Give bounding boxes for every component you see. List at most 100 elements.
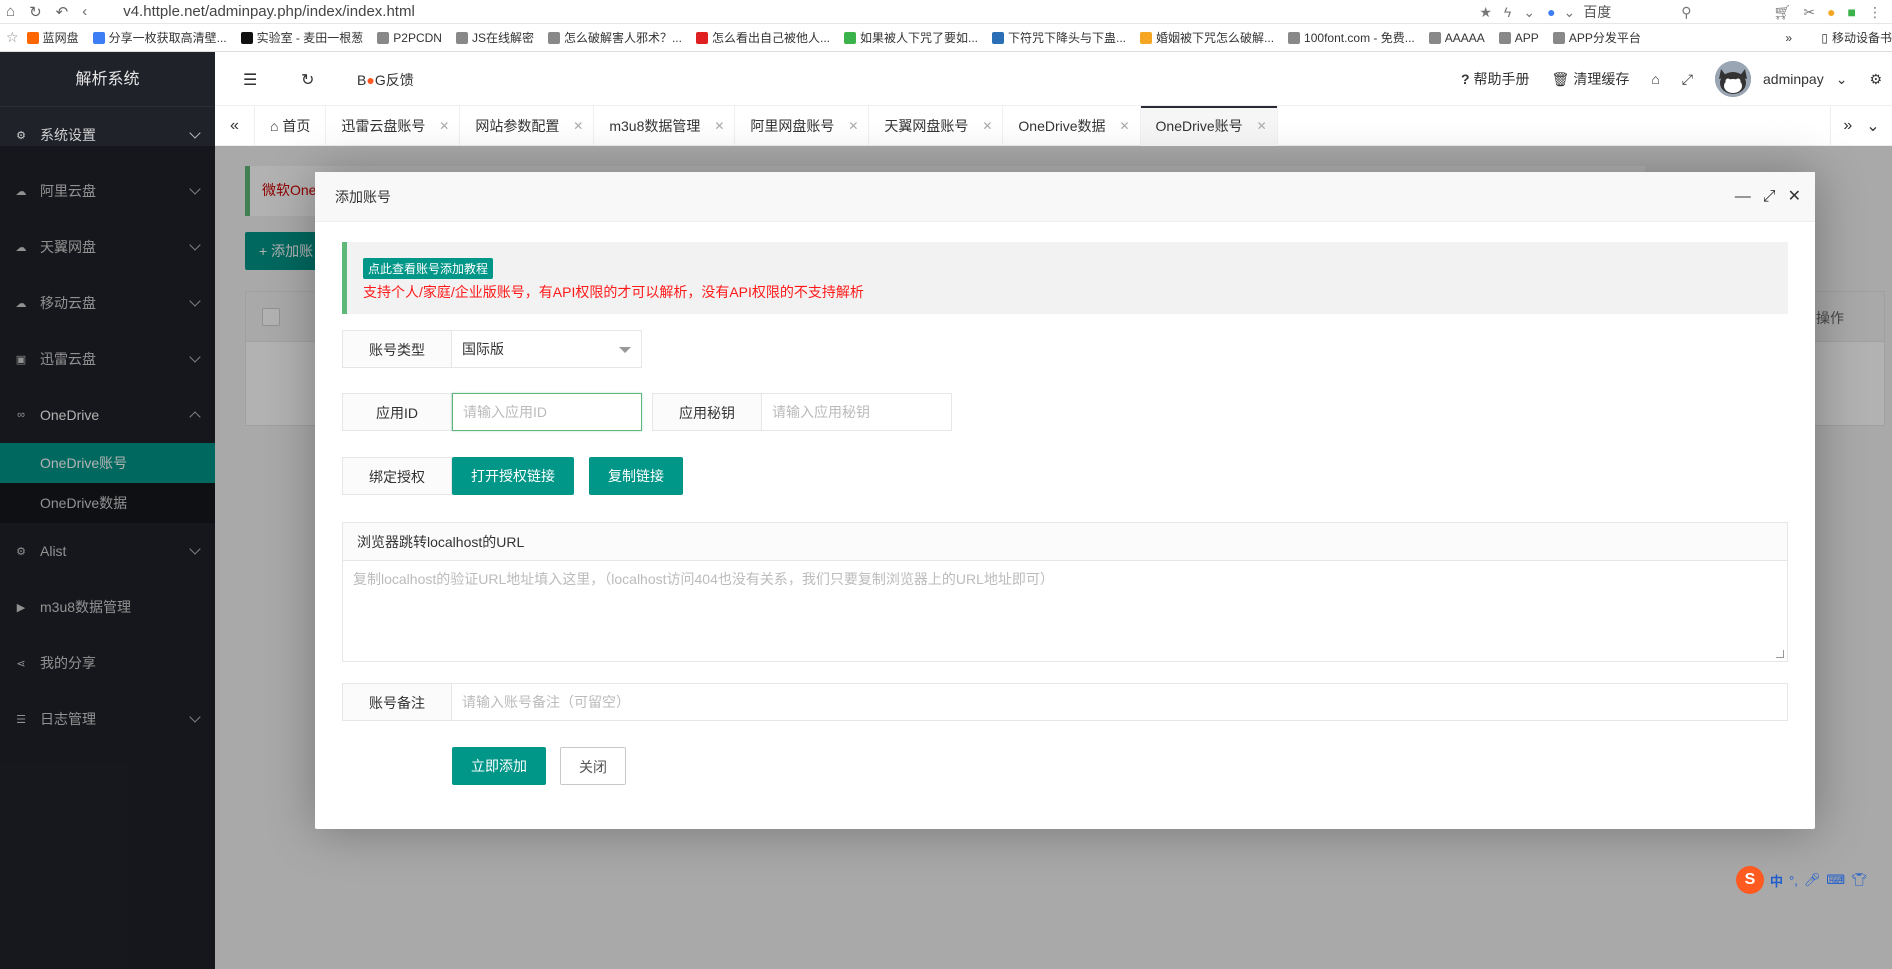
- tabs-scroll-right-icon[interactable]: » ⌄: [1830, 106, 1892, 146]
- tab-close-icon[interactable]: ✕: [848, 106, 858, 146]
- tab-close-icon[interactable]: ✕: [439, 106, 449, 146]
- tab-close-icon[interactable]: ✕: [982, 106, 992, 146]
- bookmark-label: 下符咒下降头与下蛊...: [1008, 31, 1127, 45]
- phone-icon: ▯: [1821, 30, 1828, 45]
- bookmark-label: 100font.com - 免费...: [1304, 31, 1415, 45]
- bookmark-label: 怎么破解害人邪术？...: [563, 31, 682, 45]
- bug-feedback-link[interactable]: B●G反馈: [357, 70, 414, 90]
- ime-lang[interactable]: 中: [1770, 871, 1783, 890]
- theme-icon[interactable]: ⚙: [1869, 71, 1882, 88]
- bookmark-item[interactable]: P2PCDN: [377, 29, 442, 46]
- tab[interactable]: 网站参数配置 ✕: [460, 106, 595, 146]
- close-icon[interactable]: ✕: [1788, 172, 1801, 222]
- bookmark-label: 婚姻被下咒怎么破解...: [1156, 31, 1275, 45]
- tab[interactable]: OneDrive账号 ✕: [1140, 106, 1278, 146]
- bookmark-item[interactable]: 分享一枚获取高清壁...: [92, 29, 227, 46]
- bookmark-item[interactable]: 下符咒下降头与下蛊...: [992, 29, 1126, 46]
- back-icon[interactable]: ‹: [82, 3, 87, 20]
- maximize-icon[interactable]: ⤢: [1763, 172, 1776, 222]
- tab[interactable]: m3u8数据管理 ✕: [594, 106, 736, 146]
- tip-box: 点此查看账号添加教程 支持个人/家庭/企业版账号，有API权限的才可以解析，没有…: [342, 242, 1788, 314]
- help-button[interactable]: ? 帮助手册: [1461, 69, 1530, 89]
- mobile-bookmarks[interactable]: ▯ 移动设备书: [1821, 29, 1892, 46]
- submit-button[interactable]: 立即添加: [452, 747, 546, 785]
- clear-cache-button[interactable]: 🗑︎ 清理缓存: [1552, 69, 1630, 89]
- tag-icon[interactable]: ⌂: [1651, 71, 1659, 87]
- undo-icon[interactable]: ↶: [56, 3, 69, 21]
- refresh-icon[interactable]: ↻: [301, 70, 314, 90]
- skin-icon[interactable]: 👕︎: [1851, 872, 1868, 888]
- tab[interactable]: OneDrive数据 ✕: [1003, 106, 1141, 146]
- chevron-down-icon[interactable]: ⌄: [1523, 4, 1535, 21]
- bookmark-label: 实验室 - 麦田一根葱: [256, 31, 364, 45]
- tab-close-icon[interactable]: ✕: [573, 106, 583, 146]
- bookmarks-more[interactable]: »: [1785, 31, 1792, 45]
- resize-grip-icon[interactable]: [1776, 650, 1784, 658]
- bookmark-item[interactable]: APP分发平台: [1552, 29, 1641, 46]
- menu-icon[interactable]: ⋮: [1868, 4, 1882, 21]
- tab[interactable]: 阿里网盘账号 ✕: [735, 106, 870, 146]
- bookmark-item[interactable]: AAAAA: [1428, 29, 1485, 46]
- bookmark-item[interactable]: 怎么破解害人邪术？...: [547, 29, 682, 46]
- bookmark-icon: [844, 31, 856, 44]
- remark-label: 账号备注: [342, 683, 452, 721]
- sogou-icon[interactable]: S: [1736, 866, 1764, 894]
- remark-input[interactable]: 请输入账号备注（可留空）: [452, 683, 1788, 721]
- bookmark-icon: [992, 31, 1005, 44]
- bookmark-item[interactable]: 婚姻被下咒怎么破解...: [1140, 29, 1274, 46]
- bookmark-label: 蓝网盘: [42, 31, 79, 45]
- tab-close-icon[interactable]: ✕: [714, 106, 724, 146]
- search-engine[interactable]: ● ⌄ 百度 ⚲: [1547, 2, 1691, 22]
- fullscreen-icon[interactable]: ⤢: [1682, 71, 1693, 88]
- search-engine-label: 百度: [1583, 4, 1612, 20]
- bookmark-label: APP分发平台: [1568, 31, 1641, 45]
- bookmark-item[interactable]: JS在线解密: [455, 29, 534, 46]
- mic-icon[interactable]: 🎤︎: [1804, 872, 1821, 888]
- bookmark-item[interactable]: 100font.com - 免费...: [1288, 29, 1415, 46]
- app-id-input[interactable]: 请输入应用ID: [452, 393, 642, 431]
- tutorial-link[interactable]: 点此查看账号添加教程: [363, 258, 494, 279]
- reload-icon[interactable]: ↻: [29, 3, 42, 21]
- extension-icon[interactable]: ●: [1827, 4, 1835, 20]
- copy-link-button[interactable]: 复制链接: [589, 457, 683, 495]
- flash-icon[interactable]: ϟ: [1504, 4, 1511, 20]
- scissors-icon[interactable]: ✂: [1803, 4, 1815, 21]
- tab[interactable]: 天翼网盘账号 ✕: [869, 106, 1004, 146]
- tab-close-icon[interactable]: ✕: [1257, 106, 1267, 146]
- bookmark-star-icon[interactable]: ★: [1479, 4, 1492, 21]
- tab-label: 天翼网盘账号: [884, 118, 969, 134]
- bookmark-item[interactable]: 如果被人下咒了要如...: [844, 29, 978, 46]
- lock-icon[interactable]: ■: [1848, 4, 1856, 20]
- url-field[interactable]: v4.httple.net/adminpay.php/index/index.h…: [123, 3, 415, 20]
- home-icon[interactable]: ⌂: [6, 3, 15, 20]
- user-menu[interactable]: adminpay ⌄: [1715, 61, 1847, 97]
- header-tools: ? 帮助手册 🗑︎ 清理缓存 ⌂ ⤢ adminpay ⌄ ⚙: [1461, 52, 1892, 106]
- search-icon[interactable]: ⚲: [1681, 4, 1691, 21]
- open-auth-link-button[interactable]: 打开授权链接: [452, 457, 574, 495]
- bookmark-label: 如果被人下咒了要如...: [860, 31, 979, 45]
- star-icon[interactable]: ☆: [6, 29, 19, 46]
- bookmark-item[interactable]: 实验室 - 麦田一根葱: [240, 29, 364, 46]
- close-button[interactable]: 关闭: [560, 747, 626, 785]
- bookmark-item[interactable]: 怎么看出自己被他人...: [695, 29, 830, 46]
- remark-row: 账号备注 请输入账号备注（可留空）: [342, 683, 1788, 721]
- bookmark-item[interactable]: 蓝网盘: [26, 29, 79, 46]
- ime-toolbar: S 中 °, 🎤︎ ⌨ 👕︎: [1736, 866, 1892, 894]
- account-type-select[interactable]: 国际版: [452, 330, 642, 368]
- cart-icon[interactable]: 🛒︎: [1774, 4, 1792, 21]
- browser-address-bar: ⌂ ↻ ↶ ‹ v4.httple.net/adminpay.php/index…: [0, 0, 1892, 24]
- redirect-url-textarea[interactable]: 复制localhost的验证URL地址填入这里，（localhost访问404也…: [343, 561, 1787, 661]
- tab-close-icon[interactable]: ✕: [1119, 106, 1129, 146]
- minimize-icon[interactable]: —: [1735, 172, 1751, 222]
- menu-toggle-icon[interactable]: ☰: [243, 70, 257, 90]
- tabs-scroll-left-icon[interactable]: «: [215, 106, 255, 146]
- punctuation-icon[interactable]: °,: [1789, 873, 1798, 888]
- bookmark-icon: [1428, 31, 1441, 44]
- bookmark-item[interactable]: APP: [1498, 29, 1539, 46]
- keyboard-icon[interactable]: ⌨: [1826, 872, 1845, 888]
- tab-home[interactable]: ⌂ 首页: [255, 106, 327, 146]
- bookmark-icon: [1552, 31, 1565, 44]
- tab[interactable]: 迅雷云盘账号 ✕: [326, 106, 461, 146]
- app-secret-input[interactable]: 请输入应用秘钥: [762, 393, 952, 431]
